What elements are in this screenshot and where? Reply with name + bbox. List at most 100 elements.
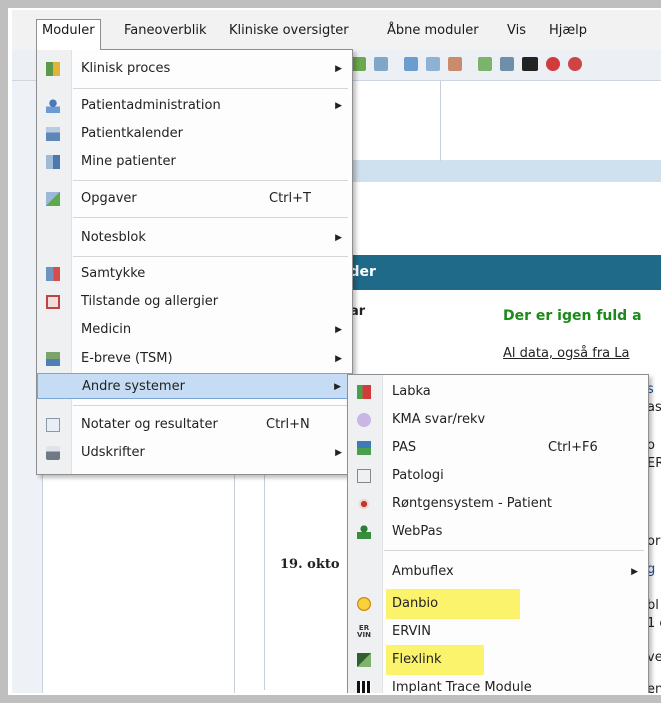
submenu-item-pas[interactable]: PAS Ctrl+F6 [348, 435, 648, 461]
menu-item-notesblok[interactable]: Notesblok ▶ [37, 225, 352, 251]
menu-item-samtykke[interactable]: Samtykke [37, 261, 352, 287]
menu-item-label: Notesblok [81, 230, 146, 245]
date-label: 19. okto [280, 557, 340, 572]
toolbar-table2-icon[interactable] [426, 57, 440, 71]
pathology-icon [357, 469, 371, 483]
menu-item-label: Andre systemer [82, 379, 185, 394]
moduler-menu: Klinisk proces ▶ Patientadministration ▶… [36, 49, 353, 475]
submenu-item-implant-trace[interactable]: Implant Trace Module [348, 675, 648, 693]
menu-item-andre-systemer[interactable]: Andre systemer ▶ [37, 373, 352, 399]
menu-faneoverblik[interactable]: Faneoverblik [119, 20, 211, 42]
menu-item-label: Labka [392, 384, 431, 399]
menu-vis[interactable]: Vis [502, 20, 531, 42]
toolbar-folder-icon[interactable] [478, 57, 492, 71]
menu-item-label: Notater og resultater [81, 417, 218, 432]
toolbar-stop-icon[interactable] [546, 57, 560, 71]
menu-separator [73, 180, 348, 181]
submenu-item-labka[interactable]: Labka [348, 379, 648, 405]
toolbar-alert-icon[interactable] [568, 57, 582, 71]
menu-separator [73, 88, 348, 89]
patients-icon [46, 155, 60, 169]
ervin-icon-text: VIN [357, 631, 371, 639]
notice-text: Der er igen fuld a [503, 308, 642, 324]
menu-item-patientadministration[interactable]: Patientadministration ▶ [37, 93, 352, 119]
menu-item-label: Ambuflex [392, 564, 454, 579]
printer-icon [46, 446, 60, 460]
menu-item-e-breve[interactable]: E-breve (TSM) ▶ [37, 346, 352, 372]
shortcut-label: Ctrl+T [269, 191, 311, 206]
allergy-icon [46, 295, 60, 309]
menu-kliniske-oversigter[interactable]: Kliniske oversigter [224, 20, 354, 42]
lab-icon [357, 385, 371, 399]
toolbar-tool-icon[interactable] [352, 57, 366, 71]
divider [440, 81, 441, 161]
text-fragment: 1 c [647, 616, 661, 631]
menu-item-label: Røntgensystem - Patient [392, 496, 553, 511]
menu-item-medicin[interactable]: Medicin ▶ [37, 317, 352, 343]
menu-item-opgaver[interactable]: Opgaver Ctrl+T [37, 186, 352, 212]
pas-icon [357, 441, 371, 455]
toolbar-barcode-icon[interactable] [522, 57, 538, 71]
shortcut-label: Ctrl+N [266, 417, 310, 432]
menu-separator [73, 256, 348, 257]
tasks-icon [46, 192, 60, 206]
menu-item-patientkalender[interactable]: Patientkalender [37, 121, 352, 147]
person-icon [46, 99, 60, 113]
submenu-item-danbio[interactable]: Danbio [348, 591, 648, 617]
menu-item-tilstande-og-allergier[interactable]: Tilstande og allergier [37, 289, 352, 315]
menu-item-udskrifter[interactable]: Udskrifter ▶ [37, 440, 352, 466]
consent-icon [46, 267, 60, 281]
menu-hjaelp[interactable]: Hjælp [544, 20, 592, 42]
text-fragment: en [647, 682, 661, 693]
menu-item-mine-patienter[interactable]: Mine patienter [37, 149, 352, 175]
submenu-item-patologi[interactable]: Patologi [348, 463, 648, 489]
menu-item-label: Samtykke [81, 266, 146, 281]
submenu-arrow-icon: ▶ [335, 354, 342, 364]
menu-item-label: WebPas [392, 524, 443, 539]
submenu-arrow-icon: ▶ [334, 382, 341, 392]
menu-moduler[interactable]: Moduler [36, 19, 101, 50]
menu-item-label: Implant Trace Module [392, 680, 532, 693]
smiley-icon [357, 597, 371, 611]
menu-item-klinisk-proces[interactable]: Klinisk proces ▶ [37, 56, 352, 82]
submenu-arrow-icon: ▶ [631, 567, 638, 577]
menu-separator [384, 550, 644, 551]
search-notes-icon [46, 418, 60, 432]
toolbar-chart-icon[interactable] [374, 57, 388, 71]
person-green-icon [357, 525, 371, 539]
grid-icon [46, 62, 60, 76]
submenu-arrow-icon: ▶ [335, 233, 342, 243]
menu-item-label: Patientadministration [81, 98, 221, 113]
flexlink-icon [357, 653, 371, 667]
submenu-item-kma[interactable]: KMA svar/rekv [348, 407, 648, 433]
menu-item-label: PAS [392, 440, 417, 455]
menu-item-label: Danbio [392, 596, 439, 611]
menu-item-label: Medicin [81, 322, 132, 337]
toolbar-people-icon[interactable] [448, 57, 462, 71]
menu-aabne-moduler[interactable]: Åbne moduler [382, 20, 484, 42]
calendar-person-icon [46, 127, 60, 141]
menu-item-label: KMA svar/rekv [392, 412, 486, 427]
menubar: Moduler Faneoverblik Kliniske oversigter… [12, 10, 661, 51]
menu-item-label: Opgaver [81, 191, 137, 206]
menu-separator [73, 405, 348, 406]
menu-item-label: Udskrifter [81, 445, 145, 460]
submenu-arrow-icon: ▶ [335, 101, 342, 111]
menu-item-label: Klinisk proces [81, 61, 171, 76]
menu-item-notater-og-resultater[interactable]: Notater og resultater Ctrl+N [37, 412, 352, 438]
submenu-item-webpas[interactable]: WebPas [348, 519, 648, 545]
eye-icon [357, 497, 371, 511]
submenu-item-flexlink[interactable]: Flexlink [348, 647, 648, 673]
menu-item-label: Flexlink [392, 652, 442, 667]
toolbar-grid-icon[interactable] [500, 57, 514, 71]
shortcut-label: Ctrl+F6 [548, 440, 598, 455]
menu-item-label: Patologi [392, 468, 444, 483]
toolbar-table-icon[interactable] [404, 57, 418, 71]
submenu-item-ambuflex[interactable]: Ambuflex ▶ [348, 559, 648, 585]
submenu-item-rontgensystem[interactable]: Røntgensystem - Patient [348, 491, 648, 517]
menu-item-label: Tilstande og allergier [81, 294, 219, 309]
ervin-icon: ER VIN [357, 625, 371, 639]
info-link[interactable]: Al data, også fra La [503, 346, 630, 361]
submenu-item-ervin[interactable]: ER VIN ERVIN [348, 619, 648, 645]
content-header-strip [312, 160, 661, 182]
